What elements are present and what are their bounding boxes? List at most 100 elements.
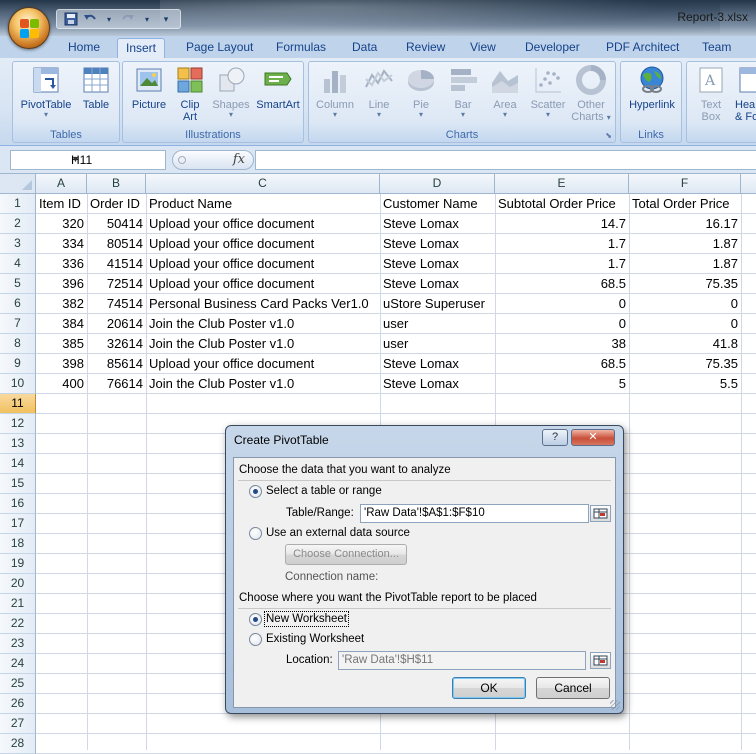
row-header[interactable]: 25 <box>0 674 36 694</box>
column-header-c[interactable]: C <box>146 174 380 194</box>
expand-handle-icon[interactable] <box>178 156 186 164</box>
close-button[interactable]: ✕ <box>571 429 615 446</box>
customize-icon[interactable]: ▾ <box>158 11 174 27</box>
scatter-chart-button[interactable]: Scatter ▾ <box>527 65 569 119</box>
tab-page-layout[interactable]: Page Layout <box>178 38 261 58</box>
table-cell[interactable]: 74514 <box>87 294 146 314</box>
shapes-button[interactable]: Shapes ▾ <box>209 65 253 119</box>
table-cell[interactable]: Join the Club Poster v1.0 <box>146 374 380 394</box>
table-cell[interactable]: Steve Lomax <box>380 254 495 274</box>
column-header-f[interactable]: F <box>629 174 741 194</box>
table-cell[interactable]: Steve Lomax <box>380 234 495 254</box>
table-cell[interactable]: 320 <box>36 214 87 234</box>
resize-grip-icon[interactable] <box>610 700 620 710</box>
table-cell[interactable]: 14.7 <box>495 214 629 234</box>
radio-select-table[interactable] <box>249 485 262 498</box>
row-header[interactable]: 4 <box>0 254 36 274</box>
radio-existing-worksheet-label[interactable]: Existing Worksheet <box>266 633 364 645</box>
column-header-g[interactable] <box>741 174 756 194</box>
table-cell[interactable]: 68.5 <box>495 274 629 294</box>
table-cell[interactable]: 75.35 <box>629 354 741 374</box>
row-header[interactable]: 18 <box>0 534 36 554</box>
table-cell[interactable]: 5 <box>495 374 629 394</box>
table-cell[interactable]: 50414 <box>87 214 146 234</box>
header-cell[interactable]: Product Name <box>146 194 380 214</box>
tab-data[interactable]: Data <box>344 38 385 58</box>
row-header[interactable]: 20 <box>0 574 36 594</box>
table-cell[interactable]: user <box>380 334 495 354</box>
chevron-down-icon[interactable]: ▼ <box>71 154 162 164</box>
table-cell[interactable]: 72514 <box>87 274 146 294</box>
save-icon[interactable] <box>63 11 79 27</box>
formula-input[interactable] <box>255 150 756 170</box>
collapse-dialog-button[interactable] <box>590 505 611 522</box>
table-cell[interactable]: 5.5 <box>629 374 741 394</box>
table-cell[interactable]: Steve Lomax <box>380 374 495 394</box>
row-header[interactable]: 9 <box>0 354 36 374</box>
radio-select-table-label[interactable]: Select a table or range <box>266 485 382 497</box>
undo-icon[interactable] <box>82 11 98 27</box>
row-header[interactable]: 22 <box>0 614 36 634</box>
row-header[interactable]: 7 <box>0 314 36 334</box>
row-header[interactable]: 23 <box>0 634 36 654</box>
table-cell[interactable]: uStore Superuser <box>380 294 495 314</box>
row-header[interactable]: 21 <box>0 594 36 614</box>
choose-connection-button[interactable]: Choose Connection... <box>285 544 407 565</box>
tab-home[interactable]: Home <box>60 38 108 58</box>
table-cell[interactable]: 1.87 <box>629 254 741 274</box>
table-cell[interactable]: 68.5 <box>495 354 629 374</box>
header-cell[interactable]: Subtotal Order Price <box>495 194 629 214</box>
redo-icon[interactable] <box>120 11 136 27</box>
table-cell[interactable]: Steve Lomax <box>380 354 495 374</box>
table-cell[interactable]: Steve Lomax <box>380 274 495 294</box>
table-cell[interactable]: Upload your office document <box>146 354 380 374</box>
radio-existing-worksheet[interactable] <box>249 633 262 646</box>
row-header[interactable]: 28 <box>0 734 36 754</box>
line-chart-button[interactable]: Line ▾ <box>359 65 399 119</box>
collapse-dialog-button[interactable] <box>590 652 611 669</box>
table-cell[interactable]: 382 <box>36 294 87 314</box>
radio-external-source-label[interactable]: Use an external data source <box>266 527 410 539</box>
row-header[interactable]: 1 <box>0 194 36 214</box>
table-cell[interactable]: 76614 <box>87 374 146 394</box>
other-charts-button[interactable]: Other Charts ▾ <box>569 65 613 123</box>
table-cell[interactable]: Join the Club Poster v1.0 <box>146 314 380 334</box>
tab-team[interactable]: Team <box>694 38 739 58</box>
table-cell[interactable]: 400 <box>36 374 87 394</box>
picture-button[interactable]: Picture <box>127 65 171 111</box>
radio-external-source[interactable] <box>249 527 262 540</box>
header-cell[interactable]: Total Order Price <box>629 194 741 214</box>
tab-view[interactable]: View <box>462 38 504 58</box>
table-cell[interactable]: 336 <box>36 254 87 274</box>
column-header-a[interactable]: A <box>36 174 87 194</box>
table-cell[interactable]: Personal Business Card Packs Ver1.0 <box>146 294 380 314</box>
row-header[interactable]: 26 <box>0 694 36 714</box>
header-footer-button[interactable]: Hea & Fo <box>735 65 756 123</box>
row-header[interactable]: 2 <box>0 214 36 234</box>
row-header[interactable]: 17 <box>0 514 36 534</box>
table-cell[interactable]: Upload your office document <box>146 254 380 274</box>
header-cell[interactable]: Order ID <box>87 194 146 214</box>
bar-chart-button[interactable]: Bar ▾ <box>443 65 483 119</box>
table-cell[interactable]: 384 <box>36 314 87 334</box>
row-header[interactable]: 6 <box>0 294 36 314</box>
dialog-launcher-icon[interactable]: ⬊ <box>605 131 612 140</box>
header-cell[interactable]: Item ID <box>36 194 87 214</box>
dropdown-arrow-icon[interactable]: ▾ <box>101 11 117 27</box>
table-cell[interactable]: 20614 <box>87 314 146 334</box>
tab-formulas[interactable]: Formulas <box>268 38 334 58</box>
table-cell[interactable]: Steve Lomax <box>380 214 495 234</box>
row-header[interactable]: 8 <box>0 334 36 354</box>
table-cell[interactable]: user <box>380 314 495 334</box>
row-header[interactable]: 15 <box>0 474 36 494</box>
tab-pdf-architect[interactable]: PDF Architect <box>598 38 687 58</box>
row-header[interactable]: 19 <box>0 554 36 574</box>
row-header[interactable]: 16 <box>0 494 36 514</box>
name-box[interactable]: H11 ▼ <box>10 150 166 170</box>
column-header-b[interactable]: B <box>87 174 146 194</box>
table-cell[interactable]: 396 <box>36 274 87 294</box>
table-cell[interactable]: 41514 <box>87 254 146 274</box>
office-button[interactable] <box>8 7 50 49</box>
table-cell[interactable]: 385 <box>36 334 87 354</box>
table-cell[interactable]: Upload your office document <box>146 214 380 234</box>
